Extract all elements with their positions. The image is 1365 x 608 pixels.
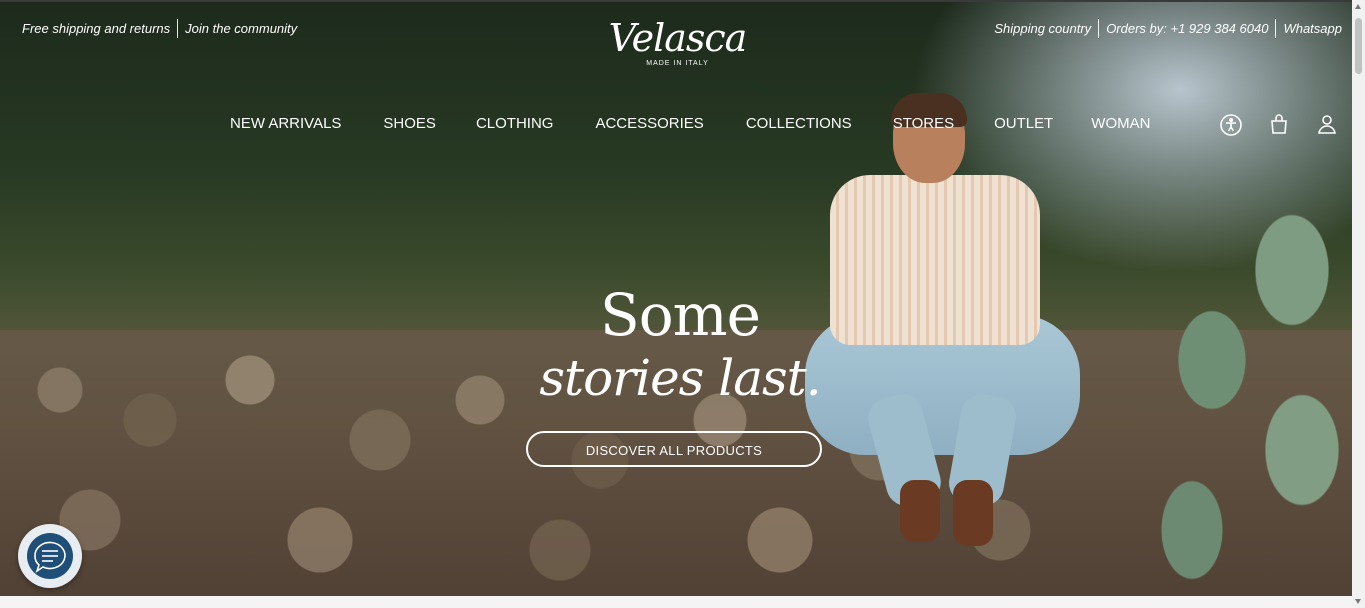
join-community-link[interactable]: Join the community <box>178 21 304 36</box>
top-border <box>0 0 1352 2</box>
main-nav: NEW ARRIVALS SHOES CLOTHING ACCESSORIES … <box>230 115 1150 132</box>
page-bottom-strip <box>0 596 1352 608</box>
utility-bar-right: Shipping country Orders by: +1 929 384 6… <box>987 19 1342 38</box>
nav-collections[interactable]: COLLECTIONS <box>746 115 852 132</box>
discover-products-button[interactable]: DISCOVER ALL PRODUCTS <box>526 431 822 467</box>
chat-icon <box>34 541 66 573</box>
hero-headline: Some stories last. <box>520 282 840 408</box>
model-image <box>805 93 1080 550</box>
free-shipping-link[interactable]: Free shipping and returns <box>22 21 177 36</box>
scroll-up-arrow[interactable] <box>1355 4 1361 9</box>
divider <box>1098 19 1100 38</box>
divider <box>177 19 179 38</box>
orders-phone-link[interactable]: Orders by: +1 929 384 6040 <box>1099 21 1275 36</box>
utility-bar-left: Free shipping and returns Join the commu… <box>22 19 304 38</box>
nav-stores[interactable]: STORES <box>893 115 954 132</box>
nav-accessories[interactable]: ACCESSORIES <box>595 115 703 132</box>
divider <box>1275 19 1277 38</box>
whatsapp-link[interactable]: Whatsapp <box>1276 21 1342 36</box>
headline-line-1: Some <box>600 281 761 349</box>
shopping-bag-icon[interactable] <box>1267 112 1291 136</box>
scrollbar-thumb[interactable] <box>1355 18 1362 74</box>
nav-shoes[interactable]: SHOES <box>383 115 436 132</box>
nav-clothing[interactable]: CLOTHING <box>476 115 554 132</box>
nav-new-arrivals[interactable]: NEW ARRIVALS <box>230 115 341 132</box>
cactus-image <box>1132 190 1352 596</box>
headline-line-2: stories last. <box>539 349 821 407</box>
chat-button[interactable] <box>18 524 82 588</box>
site-logo[interactable]: Velasca MADE IN ITALY <box>595 14 760 67</box>
shipping-country-link[interactable]: Shipping country <box>987 21 1098 36</box>
accessibility-icon[interactable] <box>1219 113 1243 137</box>
nav-woman[interactable]: WOMAN <box>1091 115 1150 132</box>
scroll-down-arrow[interactable] <box>1355 599 1361 604</box>
scrollbar[interactable] <box>1352 0 1365 608</box>
nav-outlet[interactable]: OUTLET <box>994 115 1053 132</box>
logo-wordmark: Velasca <box>608 16 748 60</box>
user-icon[interactable] <box>1315 112 1339 136</box>
